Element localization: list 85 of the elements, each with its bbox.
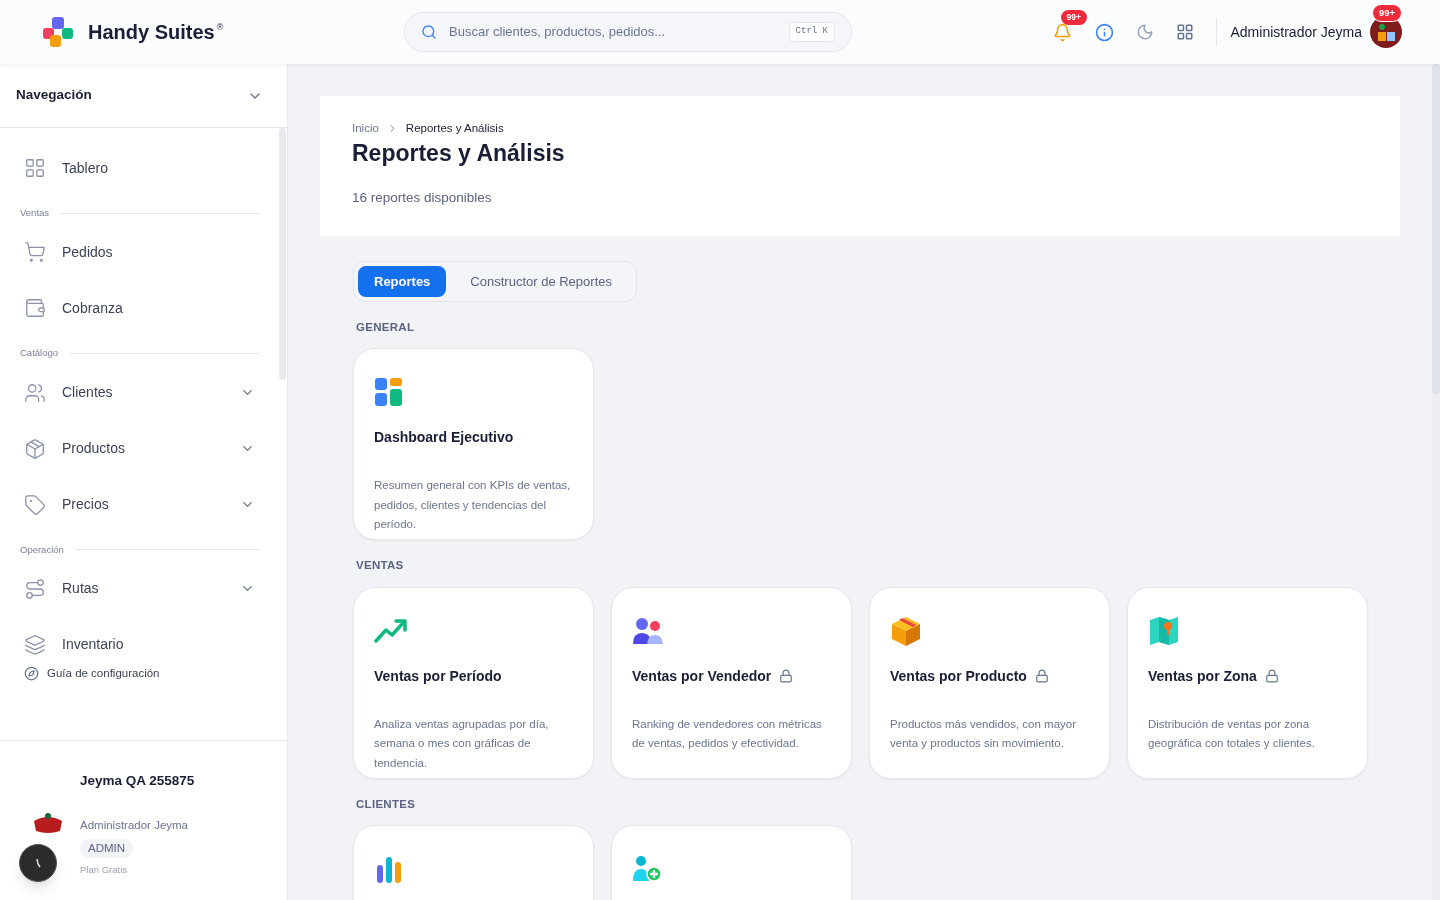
info-button[interactable]: [1094, 22, 1114, 42]
avatar-badge: 99+: [1372, 4, 1403, 23]
report-title: Ventas por Producto: [890, 666, 1027, 686]
map-icon: [1148, 614, 1180, 647]
section-heading: CLIENTES: [356, 796, 417, 812]
add-user-icon: [632, 854, 662, 883]
nav-label: Rutas: [62, 579, 100, 599]
floating-button[interactable]: [19, 844, 57, 882]
report-description: Ranking de vendedores con métricas de ventas, pedidos y efectividad.: [632, 716, 823, 751]
notification-badge: 99+: [1060, 10, 1087, 25]
report-title: Dashboard Ejecutivo: [374, 428, 514, 448]
report-description: Distribución de ventas por zona geográfica con totales y clientes.: [1148, 716, 1316, 751]
report-card[interactable]: Ventas por Producto Productos más vendidos, con mayor venta y productos sin movimiento.: [869, 586, 1110, 779]
box-icon: [890, 614, 922, 647]
dashboard-icon: [374, 377, 404, 408]
apps-icon: [1175, 23, 1194, 41]
nav-item[interactable]: Pedidos: [20, 224, 259, 281]
report-card[interactable]: Ventas por Período Analiza ventas agrupadas por día, semana o mes con gráficas de tendencia.: [353, 586, 594, 779]
nav-item[interactable]: Cobranza: [20, 280, 259, 337]
layers-icon: [24, 633, 46, 656]
box-icon: [24, 437, 46, 460]
report-card[interactable]: Ventas por Vendedor Ranking de vendedores con métricas de ventas, pedidos y efectividad.: [611, 586, 852, 779]
route-icon: [24, 577, 46, 600]
page-title: Reportes y Análisis: [352, 139, 566, 168]
report-title: Ventas por Vendedor: [632, 666, 772, 686]
account-user: Administrador Jeyma: [80, 818, 189, 834]
compass-icon: [24, 665, 39, 681]
search-input[interactable]: Buscar clientes, productos, pedidos...: [449, 22, 777, 42]
nav-section-label: Ventas: [20, 206, 50, 220]
company-name: Jeyma QA 255875: [80, 772, 196, 790]
section-heading: GENERAL: [356, 320, 416, 335]
nav-label: Productos: [62, 439, 127, 458]
nav-item[interactable]: Tablero: [20, 140, 259, 196]
report-description: Resumen general con KPIs de ventas, pedidos, clientes y tendencias del período.: [374, 478, 572, 533]
page-scrollbar[interactable]: [1432, 64, 1440, 900]
tab[interactable]: Reportes: [358, 266, 447, 297]
tag-icon: [24, 493, 46, 516]
tab[interactable]: Constructor de Reportes: [450, 266, 632, 297]
report-card[interactable]: Dashboard Ejecutivo Resumen general con KPIs de ventas, pedidos, clientes y tendencias del período.: [353, 348, 594, 541]
report-count: 16 reportes disponibles: [352, 189, 493, 207]
breadcrumb-item[interactable]: Inicio: [352, 120, 379, 138]
trend-chart-icon: [374, 616, 408, 645]
nav-label: Clientes: [62, 383, 114, 402]
report-description: Analiza ventas agrupadas por día, semana o mes con gráficas de tendencia.: [374, 716, 550, 771]
nav-label: Precios: [62, 495, 110, 514]
nav-label: Pedidos: [62, 242, 114, 262]
bell-icon: [1052, 22, 1072, 42]
nav-label: Tablero: [62, 158, 109, 178]
nav-item[interactable]: Clientes: [20, 364, 259, 421]
search-icon: [421, 24, 437, 40]
plan-label: Plan Gratis: [80, 862, 128, 877]
user-name: Administrador Jeyma: [1230, 22, 1362, 42]
scrollbar[interactable]: [279, 128, 286, 380]
shortcut-hint: Ctrl K: [788, 22, 835, 42]
logo-icon: [42, 16, 74, 48]
report-description: Productos más vendidos, con mayor venta y productos sin movimiento.: [890, 716, 1077, 751]
theme-button[interactable]: [1135, 23, 1154, 41]
people-icon: [632, 615, 664, 646]
nav-section-label: Operación: [20, 542, 64, 557]
report-card[interactable]: Ventas por Zona Distribución de ventas por zona geográfica con totales y clientes.: [1127, 586, 1368, 779]
nav-item[interactable]: Rutas: [20, 560, 259, 617]
apps-button[interactable]: [1175, 23, 1194, 41]
wallet-icon: [24, 297, 46, 320]
navigation-toggle[interactable]: Navegación: [0, 64, 287, 128]
moon-icon: [1135, 23, 1154, 41]
nav-item[interactable]: Precios: [20, 476, 259, 533]
grid-icon: [24, 157, 46, 179]
cart-icon: [24, 241, 46, 264]
info-icon: [1094, 22, 1114, 42]
nav-label: Inventario: [62, 635, 125, 655]
company-logo: [33, 811, 63, 835]
nav-section-label: Catálogo: [20, 346, 59, 361]
search-field[interactable]: Buscar clientes, productos, pedidos... Ctrl K: [404, 12, 852, 52]
report-title: Ventas por Zona: [1148, 666, 1257, 686]
brand-name: Handy Suites: [88, 20, 215, 45]
report-title: Ventas por Período: [374, 666, 502, 686]
notifications-button[interactable]: [1052, 22, 1073, 42]
role-badge: ADMIN: [80, 838, 134, 858]
setup-guide-link[interactable]: Guía de configuración: [47, 664, 160, 682]
nav-label: Cobranza: [62, 298, 124, 318]
nav-item[interactable]: Productos: [20, 420, 259, 477]
users-icon: [24, 381, 46, 404]
registered-mark: ®: [216, 21, 224, 35]
section-heading: VENTAS: [356, 558, 405, 574]
breadcrumb-item: Reportes y Análisis: [405, 121, 504, 136]
